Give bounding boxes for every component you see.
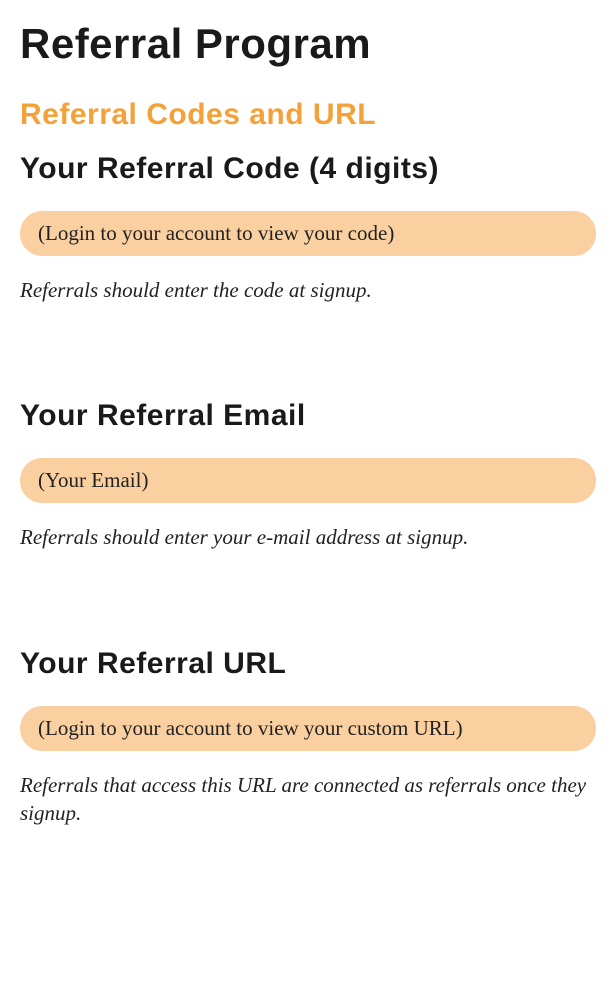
page-title: Referral Program <box>20 20 596 68</box>
referral-code-value: (Login to your account to view your code… <box>20 211 596 256</box>
referral-email-value: (Your Email) <box>20 458 596 503</box>
referral-code-heading: Your Referral Code (4 digits) <box>20 152 596 186</box>
referral-url-value: (Login to your account to view your cust… <box>20 706 596 751</box>
referral-url-hint: Referrals that access this URL are conne… <box>20 771 596 828</box>
referral-email-heading: Your Referral Email <box>20 399 596 433</box>
referral-email-hint: Referrals should enter your e-mail addre… <box>20 523 596 551</box>
referral-url-heading: Your Referral URL <box>20 647 596 681</box>
referral-code-hint: Referrals should enter the code at signu… <box>20 276 596 304</box>
section-title: Referral Codes and URL <box>20 98 596 132</box>
